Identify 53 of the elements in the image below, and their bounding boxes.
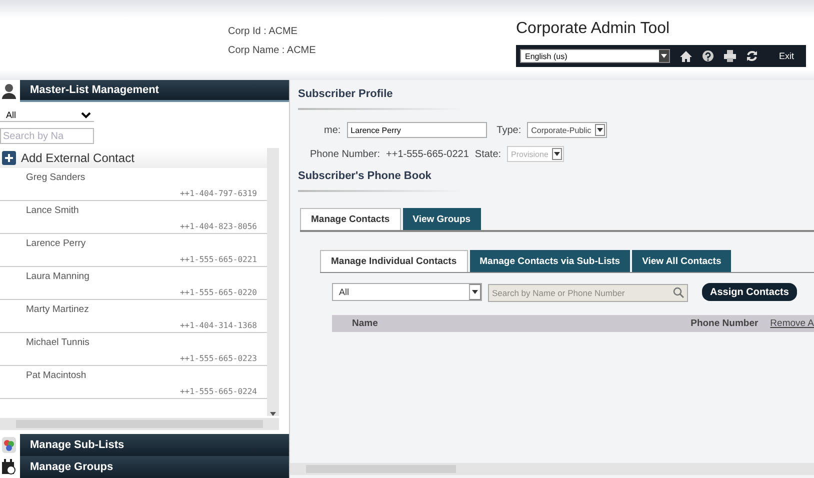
contact-phone: ++1-555-665-0220 (180, 288, 257, 297)
refresh-icon[interactable] (746, 50, 758, 62)
field-label: Type: (496, 124, 522, 136)
search-icon[interactable] (673, 287, 684, 298)
contact-name: Laura Manning (26, 271, 90, 282)
section-heading: Subscriber's Phone Book (297, 169, 432, 182)
filter-select[interactable]: All (332, 283, 482, 301)
phone-number-value: ++1-555-665-0221 (386, 148, 469, 160)
language-select[interactable]: English (us) (520, 49, 670, 63)
add-contact-item[interactable]: Add External Contact (0, 148, 267, 168)
field-label: me: (324, 124, 341, 136)
state-select: Provisione (507, 146, 564, 162)
search-field[interactable]: Search by Name or Phone Number (488, 284, 688, 302)
contact-phone: ++1-555-665-0224 (180, 387, 257, 396)
field-label: Phone Number: (310, 148, 380, 160)
plus-icon (2, 151, 16, 165)
column-header: Phone Number (690, 318, 758, 329)
contact-phone: ++1-555-665-0223 (180, 354, 257, 363)
horizontal-scrollbar[interactable] (290, 463, 814, 475)
corp-id-label: Corp Id : ACME (228, 26, 298, 37)
column-header: Name (352, 318, 379, 329)
tab[interactable]: Manage Contacts via Sub-Lists (470, 250, 630, 272)
app-title: Corporate Admin Tool (516, 20, 671, 38)
contact-name: Michael Tunnis (26, 337, 90, 348)
contact-name: Pat Macintosh (26, 370, 88, 381)
corp-name-label: Corp Name : ACME (228, 45, 317, 56)
help-icon[interactable] (702, 50, 714, 62)
contact-name: Marty Martinez (26, 304, 90, 315)
tab[interactable]: Manage Contacts (300, 208, 401, 230)
contact-name: Larence Perry (26, 238, 87, 249)
contact-phone: ++1-404-314-1368 (180, 321, 257, 330)
person-icon (2, 83, 16, 99)
scrollbar[interactable] (267, 148, 279, 416)
type-select[interactable]: Corporate-Public (527, 122, 608, 138)
contact-phone: ++1-404-823-8056 (180, 222, 257, 231)
assign-contacts-button[interactable]: Assign Contacts (702, 283, 797, 301)
tab[interactable]: Manage Individual Contacts (320, 250, 468, 272)
contact-name: Greg Sanders (26, 172, 86, 183)
colorful-list-icon (2, 437, 16, 453)
name-field[interactable]: Larence Perry (346, 122, 487, 138)
horizontal-scrollbar[interactable] (0, 418, 279, 430)
remove-link[interactable]: Remove A (770, 318, 814, 329)
section-heading: Subscriber Profile (297, 87, 394, 100)
home-icon[interactable] (680, 50, 692, 62)
tab[interactable]: View All Contacts (632, 250, 732, 272)
tab[interactable]: View Groups (402, 208, 481, 230)
exit-button[interactable]: Exit (772, 50, 802, 62)
contact-name: Lance Smith (26, 205, 80, 216)
contact-phone: ++1-404-797-6319 (180, 189, 257, 198)
contact-phone: ++1-555-665-0221 (180, 255, 257, 264)
scroll-down-arrow-icon[interactable] (270, 412, 276, 416)
search-field[interactable]: Search by Na (0, 128, 94, 144)
field-label: State: (474, 148, 502, 160)
